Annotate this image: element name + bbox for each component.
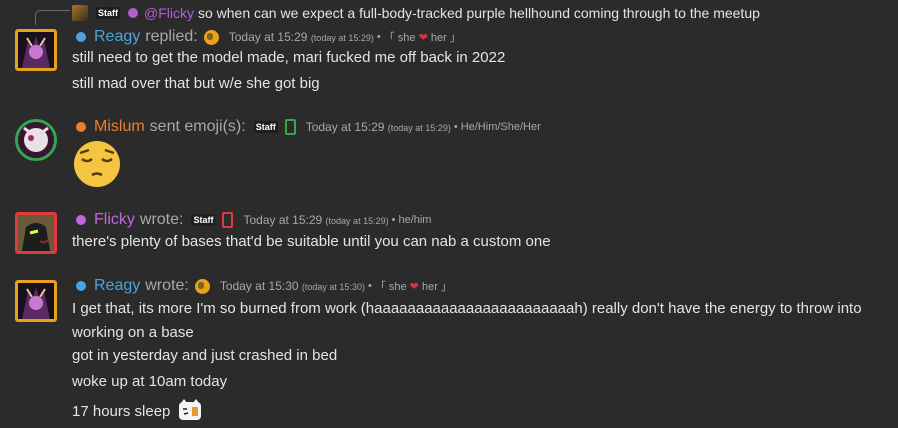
avatar-image: [18, 32, 54, 68]
message-header: Reagy replied: Today at 15:29 (today at …: [76, 26, 461, 48]
separator: •: [376, 31, 381, 43]
mobile-icon: [284, 119, 296, 135]
mobile-icon: [222, 212, 234, 228]
avatar-reagy[interactable]: [15, 29, 57, 71]
status-dot: [76, 215, 86, 225]
action-verb: replied:: [145, 28, 198, 45]
separator: •: [453, 121, 458, 133]
pronouns: 「 she ❤ her 」: [383, 32, 461, 44]
avatar-image: [18, 283, 54, 319]
reply-preview[interactable]: Staff @Flicky so when can we expect a fu…: [72, 4, 760, 22]
timestamp[interactable]: Today at 15:30 (today at 15:30): [220, 279, 365, 293]
username[interactable]: Mislum: [94, 118, 145, 136]
avatar-image: [18, 215, 54, 251]
avatar-image: [18, 122, 54, 158]
status-dot: [76, 122, 86, 132]
pronouns: 「 she ❤ her 」: [374, 281, 452, 293]
message-line: I get that, its more I'm so burned from …: [72, 300, 862, 341]
message-line: woke up at 10am today: [72, 373, 228, 390]
action-verb: sent emoji(s):: [149, 118, 246, 135]
avatar-mislum[interactable]: [15, 119, 57, 161]
avatar-reagy[interactable]: [15, 280, 57, 322]
status-dot: [76, 32, 86, 42]
message-line: got in yesterday and just crashed in bed: [72, 347, 338, 364]
reply-connector: [35, 10, 70, 25]
timestamp[interactable]: Today at 15:29 (today at 15:29): [229, 30, 374, 44]
avatar-flicky[interactable]: [15, 212, 57, 254]
reply-mention[interactable]: @Flicky: [144, 5, 194, 21]
heart-icon: ❤: [409, 281, 419, 293]
action-verb: wrote:: [139, 211, 184, 228]
reply-avatar[interactable]: [72, 5, 88, 21]
pronouns: He/Him/She/Her: [460, 121, 541, 133]
message-line: 17 hours sleep: [72, 399, 202, 421]
status-dot: [76, 281, 86, 291]
message-line: still mad over that but w/e she got big: [72, 75, 320, 92]
globe-icon: [203, 29, 219, 45]
action-verb: wrote:: [145, 277, 189, 294]
message-header: Reagy wrote: Today at 15:30 (today at 15…: [76, 275, 452, 297]
separator: •: [367, 280, 372, 292]
staff-badge: Staff: [253, 121, 278, 133]
message-text: 17 hours sleep: [72, 403, 171, 420]
globe-icon: [194, 278, 210, 294]
timestamp[interactable]: Today at 15:29 (today at 15:29): [306, 120, 451, 134]
message-line: still need to get the model made, mari f…: [72, 49, 506, 66]
heart-icon: ❤: [418, 32, 428, 44]
staff-badge: Staff: [191, 214, 216, 226]
message-header: Mislum sent emoji(s): Staff Today at 15:…: [76, 116, 541, 138]
separator: •: [391, 214, 396, 226]
pensive-emoji[interactable]: [72, 139, 122, 189]
pronouns: he/him: [398, 214, 432, 226]
username[interactable]: Reagy: [94, 28, 140, 46]
message-header: Flicky wrote: Staff Today at 15:29 (toda…: [76, 209, 431, 231]
username[interactable]: Reagy: [94, 277, 140, 295]
reply-text: so when can we expect a full-body-tracke…: [197, 5, 760, 21]
cat-emoji-icon[interactable]: [178, 399, 202, 421]
message-line: there's plenty of bases that'd be suitab…: [72, 233, 551, 250]
staff-badge: Staff: [96, 7, 120, 19]
status-dot: [128, 8, 138, 18]
timestamp[interactable]: Today at 15:29 (today at 15:29): [243, 213, 388, 227]
username[interactable]: Flicky: [94, 211, 135, 229]
